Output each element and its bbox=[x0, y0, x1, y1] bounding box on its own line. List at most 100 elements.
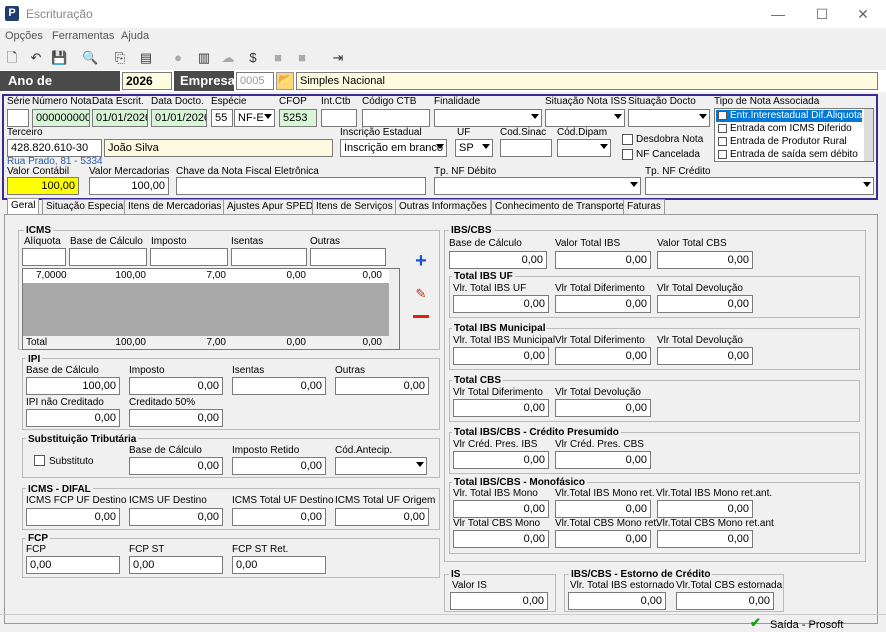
minimize-button[interactable]: — bbox=[763, 4, 793, 24]
tab-geral[interactable]: Geral bbox=[7, 198, 40, 215]
cbs-field-0[interactable]: 0,00 bbox=[453, 399, 549, 417]
tab-outras-informacoes[interactable]: Outras Informações bbox=[395, 199, 491, 214]
chave-field[interactable] bbox=[176, 177, 426, 195]
ipi-naocred-field[interactable]: 0,00 bbox=[26, 409, 120, 427]
credpres-field-0[interactable]: 0,00 bbox=[453, 451, 549, 469]
st-imposto-field[interactable]: 0,00 bbox=[232, 457, 326, 475]
tab-itens-servicos[interactable]: Itens de Serviços bbox=[312, 199, 397, 214]
open-folder-icon[interactable]: 📂 bbox=[276, 72, 294, 90]
tpnfcredito-select[interactable] bbox=[645, 177, 874, 195]
estorno-field-1[interactable]: 0,00 bbox=[676, 592, 774, 610]
tiponota-item-2[interactable]: Entrada de Produtor Rural bbox=[730, 136, 847, 147]
disabled-tool2-icon[interactable]: ■ bbox=[294, 50, 310, 66]
icms-input-outras[interactable] bbox=[310, 248, 386, 266]
ibscbs-field-0[interactable]: 0,00 bbox=[449, 251, 547, 269]
tab-itens-mercadorias[interactable]: Itens de Mercadorias bbox=[124, 199, 226, 214]
tab-ajustes-sped[interactable]: Ajustes Apur SPED bbox=[223, 199, 318, 214]
tab-situacao-especial[interactable]: Situação Especial bbox=[42, 199, 130, 214]
ano-field[interactable]: 2026 bbox=[122, 72, 172, 90]
uf-select[interactable]: SP bbox=[455, 139, 493, 157]
tiponota-check-3[interactable] bbox=[718, 150, 727, 159]
cloud-icon[interactable]: ☁ bbox=[220, 50, 236, 66]
ibscbs-field-2[interactable]: 0,00 bbox=[657, 251, 753, 269]
menu-opcoes[interactable]: Opções bbox=[5, 30, 43, 42]
ibscbs-field-1[interactable]: 0,00 bbox=[555, 251, 651, 269]
difal-field-2[interactable]: 0,00 bbox=[232, 508, 326, 526]
icms-grid-scrollbar[interactable] bbox=[389, 269, 399, 349]
ibsuf-field-2[interactable]: 0,00 bbox=[657, 295, 753, 313]
tiponota-scrollbar[interactable] bbox=[864, 109, 873, 161]
empresa-code-field[interactable]: 0005 bbox=[236, 72, 274, 90]
mono-field-3[interactable]: 0,00 bbox=[453, 530, 549, 548]
ibsuf-field-1[interactable]: 0,00 bbox=[555, 295, 651, 313]
ipi-imposto-field[interactable]: 0,00 bbox=[129, 377, 223, 395]
maximize-button[interactable]: ☐ bbox=[807, 4, 837, 24]
mono-field-0[interactable]: 0,00 bbox=[453, 500, 549, 518]
codsinac-field[interactable] bbox=[500, 139, 552, 157]
money-bag-icon[interactable]: $ bbox=[245, 50, 261, 66]
add-icon[interactable]: + bbox=[412, 251, 430, 271]
sitiss-select[interactable] bbox=[545, 109, 625, 127]
coddipam-select[interactable] bbox=[557, 139, 611, 157]
fcp-field-2[interactable]: 0,00 bbox=[232, 556, 326, 574]
calculator-icon[interactable]: ▥ bbox=[196, 50, 212, 66]
exit-icon[interactable]: ⇥ bbox=[330, 50, 346, 66]
tiponota-check-2[interactable] bbox=[718, 137, 727, 146]
copy-icon[interactable]: ⎘ bbox=[112, 50, 128, 66]
fcp-field-1[interactable]: 0,00 bbox=[129, 556, 223, 574]
is-field[interactable]: 0,00 bbox=[450, 592, 548, 610]
nfcancelada-checkbox[interactable] bbox=[622, 149, 633, 160]
icms-input-isentas[interactable] bbox=[231, 248, 307, 266]
tiponota-item-0[interactable]: Entr.Interestadual Dif.Aliquota bbox=[716, 110, 862, 122]
export-icon[interactable]: ▤ bbox=[138, 50, 154, 66]
ipi-base-field[interactable]: 100,00 bbox=[26, 377, 120, 395]
valorcontabil-field[interactable]: 100,00 bbox=[7, 177, 79, 195]
valormerc-field[interactable]: 100,00 bbox=[89, 177, 169, 195]
ibsmun-field-1[interactable]: 0,00 bbox=[555, 347, 651, 365]
data-escrit-field[interactable]: 01/01/2026 bbox=[92, 109, 148, 127]
tab-faturas[interactable]: Faturas bbox=[623, 199, 665, 214]
tpnfdebito-select[interactable] bbox=[434, 177, 641, 195]
credpres-field-1[interactable]: 0,00 bbox=[555, 451, 651, 469]
sitdocto-select[interactable] bbox=[628, 109, 710, 127]
difal-field-1[interactable]: 0,00 bbox=[129, 508, 223, 526]
finalidade-select[interactable] bbox=[434, 109, 542, 127]
undo-icon[interactable]: ↶ bbox=[28, 50, 44, 66]
disabled-tool-icon[interactable]: ■ bbox=[270, 50, 286, 66]
tiponota-item-1[interactable]: Entrada com ICMS Diferido bbox=[730, 123, 852, 134]
substituto-checkbox[interactable] bbox=[34, 455, 45, 466]
fcp-field-0[interactable]: 0,00 bbox=[26, 556, 120, 574]
mono-field-5[interactable]: 0,00 bbox=[657, 530, 753, 548]
desdobra-checkbox[interactable] bbox=[622, 134, 633, 145]
estorno-field-0[interactable]: 0,00 bbox=[568, 592, 666, 610]
especie-code-field[interactable]: 55 bbox=[211, 109, 233, 127]
edit-icon[interactable]: ✎ bbox=[412, 287, 430, 301]
tiponota-item-3[interactable]: Entrada de saída sem débito bbox=[730, 149, 858, 160]
mono-field-1[interactable]: 0,00 bbox=[555, 500, 651, 518]
codctb-field[interactable] bbox=[362, 109, 430, 127]
tiponota-check-1[interactable] bbox=[718, 124, 727, 133]
numero-field[interactable]: 0000000001 bbox=[32, 109, 90, 127]
especie-select[interactable]: NF-E bbox=[234, 109, 275, 127]
icms-input-base[interactable] bbox=[69, 248, 147, 266]
ibsuf-field-0[interactable]: 0,00 bbox=[453, 295, 549, 313]
ibsmun-field-0[interactable]: 0,00 bbox=[453, 347, 549, 365]
tab-conhecimento-transporte[interactable]: Conhecimento de Transporte bbox=[491, 199, 628, 214]
difal-field-0[interactable]: 0,00 bbox=[26, 508, 120, 526]
menu-ferramentas[interactable]: Ferramentas bbox=[52, 30, 114, 42]
st-base-field[interactable]: 0,00 bbox=[129, 457, 223, 475]
tiponota-check-0[interactable] bbox=[718, 111, 727, 120]
cfop-field[interactable]: 5253 bbox=[279, 109, 317, 127]
remove-icon[interactable] bbox=[413, 315, 429, 318]
ipi-outras-field[interactable]: 0,00 bbox=[335, 377, 429, 395]
data-docto-field[interactable]: 01/01/2026 bbox=[151, 109, 207, 127]
ie-select[interactable]: Inscrição em branco bbox=[340, 139, 447, 157]
serie-field[interactable] bbox=[7, 109, 29, 127]
cbs-field-1[interactable]: 0,00 bbox=[555, 399, 651, 417]
terceiro-cnpj-field[interactable]: 428.820.610-30 bbox=[7, 139, 102, 157]
icms-input-imposto[interactable] bbox=[150, 248, 228, 266]
ipi-isentas-field[interactable]: 0,00 bbox=[232, 377, 326, 395]
preview-icon[interactable]: 🔍 bbox=[82, 50, 98, 66]
ipi-cred50-field[interactable]: 0,00 bbox=[129, 409, 223, 427]
menu-ajuda[interactable]: Ajuda bbox=[121, 30, 149, 42]
